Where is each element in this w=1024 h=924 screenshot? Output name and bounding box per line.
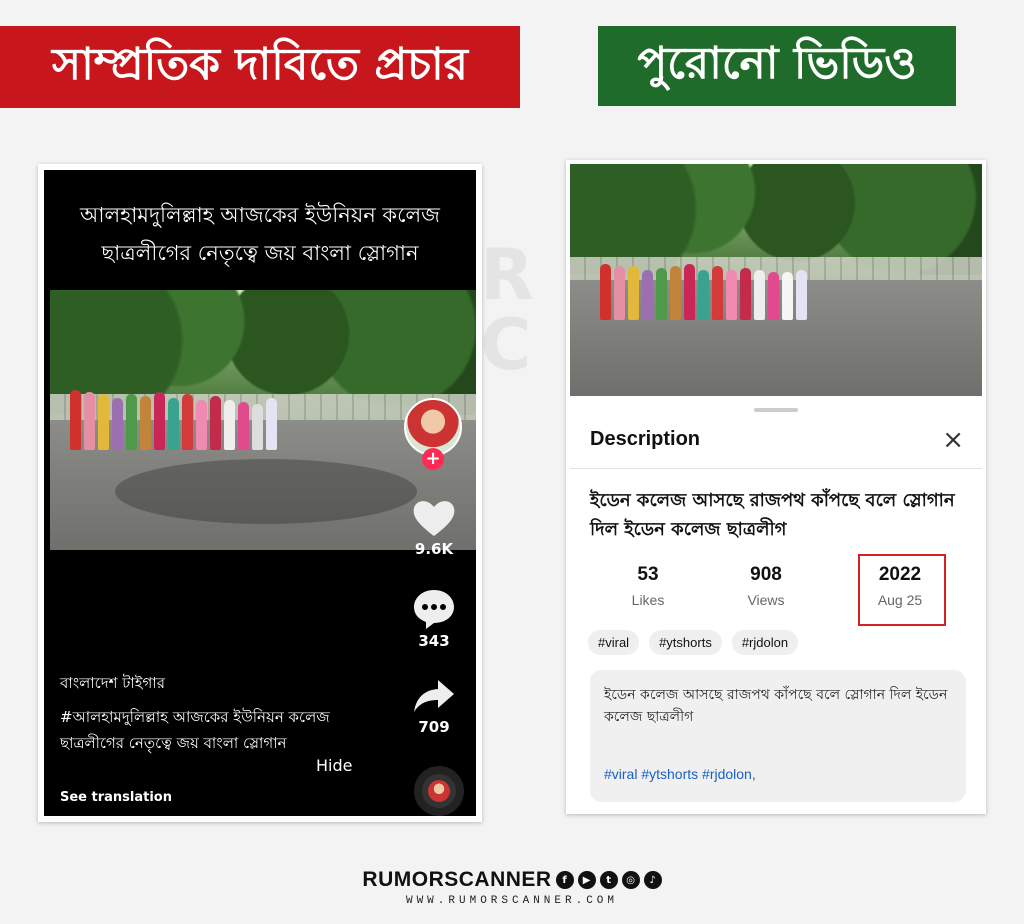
- hashtag-chips: #viral #ytshorts #rjdolon: [588, 630, 799, 655]
- comment-button[interactable]: 343: [406, 588, 462, 650]
- tiktok-icon[interactable]: ♪: [643, 871, 662, 889]
- author-name[interactable]: বাংলাদেশ টাইগার: [60, 672, 165, 697]
- drag-handle[interactable]: [754, 408, 798, 412]
- overlay-caption-line-2: ছাত্রলীগের নেতৃত্বে জয় বাংলা স্লোগান: [101, 241, 419, 265]
- instagram-icon[interactable]: ◎: [621, 871, 640, 889]
- hashtag-chip[interactable]: #viral: [588, 630, 640, 655]
- hashtag-chip[interactable]: #rjdolon: [731, 630, 799, 655]
- views-value: 908: [750, 564, 782, 585]
- marching-crowd: [70, 390, 277, 450]
- date-highlight-box: [858, 554, 946, 626]
- hide-link[interactable]: Hide: [316, 756, 352, 775]
- divider: [570, 468, 982, 469]
- sheet-title: Description: [590, 428, 701, 450]
- views-stat: 908 Views: [716, 564, 816, 608]
- see-translation-link[interactable]: See translation: [60, 790, 172, 805]
- claim-banner: সাম্প্রতিক দাবিতে প্রচার: [0, 26, 520, 108]
- description-hashtags[interactable]: #viral #ytshorts #rjdolon,: [604, 766, 756, 782]
- comment-count: 343: [418, 632, 450, 650]
- brand-logo-text: RUMORSCANNER: [362, 868, 552, 891]
- comment-icon: [414, 590, 454, 629]
- youtube-screenshot: Description × ইডেন কলেজ আসছে রাজপথ কাঁপছ…: [566, 160, 986, 814]
- hashtag-chip[interactable]: #ytshorts: [649, 630, 722, 655]
- views-label: Views: [747, 592, 785, 608]
- likes-stat: 53 Likes: [598, 564, 698, 608]
- video-title: ইডেন কলেজ আসছে রাজপথ কাঁপছে বলে স্লোগান …: [590, 490, 955, 540]
- footer: RUMORSCANNER f ▶ t ◎ ♪ WWW.RUMORSCANNER.…: [0, 868, 1024, 907]
- music-disc-icon[interactable]: [414, 766, 464, 816]
- marching-crowd: [600, 264, 807, 320]
- close-icon[interactable]: ×: [942, 427, 964, 453]
- like-button[interactable]: 9.6K: [406, 498, 462, 558]
- video-overlay-caption: আলহামদুলিল্লাহ আজকের ইউনিয়ন কলেজ ছাত্রল…: [44, 196, 476, 272]
- description-sheet: Description × ইডেন কলেজ আসছে রাজপথ কাঁপছ…: [570, 398, 982, 810]
- video-description: #আলহামদুলিল্লাহ আজকের ইউনিয়ন কলেজ ছাত্র…: [60, 708, 330, 752]
- like-count: 9.6K: [414, 540, 454, 558]
- share-count: 709: [418, 718, 450, 736]
- heart-icon: [413, 501, 455, 536]
- youtube-video-frame[interactable]: [570, 164, 982, 396]
- overlay-caption-line-1: আলহামদুলিল্লাহ আজকের ইউনিয়ন কলেজ: [80, 203, 440, 227]
- follow-button[interactable]: +: [422, 448, 444, 470]
- likes-label: Likes: [631, 592, 665, 608]
- share-arrow-icon: [414, 680, 454, 712]
- facebook-icon[interactable]: f: [555, 871, 574, 889]
- likes-value: 53: [637, 564, 659, 585]
- old-video-banner: পুরোনো ভিডিও: [598, 26, 956, 106]
- footer-brand-row: RUMORSCANNER f ▶ t ◎ ♪: [362, 868, 662, 892]
- youtube-icon[interactable]: ▶: [577, 871, 596, 889]
- description-text: ইডেন কলেজ আসছে রাজপথ কাঁপছে বলে স্লোগান …: [604, 687, 948, 725]
- twitter-icon[interactable]: t: [599, 871, 618, 889]
- description-box: ইডেন কলেজ আসছে রাজপথ কাঁপছে বলে স্লোগান …: [590, 670, 966, 802]
- share-button[interactable]: 709: [406, 676, 462, 736]
- tiktok-screenshot: আলহামদুলিল্লাহ আজকের ইউনিয়ন কলেজ ছাত্রল…: [38, 164, 482, 822]
- watermark-logo: RC: [480, 234, 534, 386]
- website-url[interactable]: WWW.RUMORSCANNER.COM: [0, 895, 1024, 907]
